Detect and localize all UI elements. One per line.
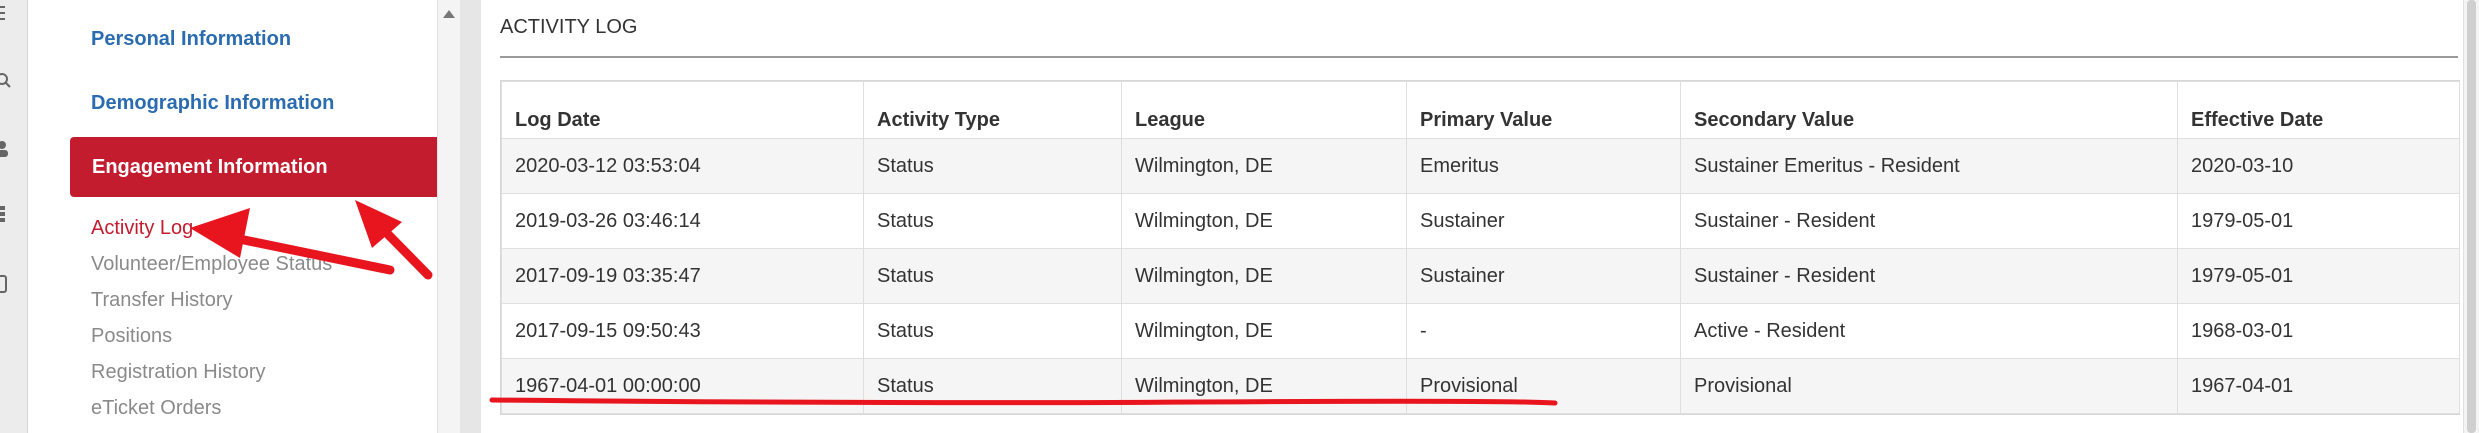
cell-log-date: 2020-03-12 03:53:04 [501,138,864,194]
nav-demographic-information[interactable]: Demographic Information [91,92,334,115]
cell-league: Wilmington, DE [1121,138,1407,194]
column-header-primary-value[interactable]: Primary Value [1406,81,1681,139]
section-divider [500,56,2458,58]
column-header-league[interactable]: League [1121,81,1407,139]
cell-primary-value: Provisional [1406,358,1681,414]
table-row: 2020-03-12 03:53:04 Status Wilmington, D… [501,138,2460,194]
search-icon[interactable] [0,72,14,90]
table-row: 1967-04-01 00:00:00 Status Wilmington, D… [501,358,2460,414]
cell-secondary-value: Active - Resident [1680,303,2178,359]
cell-log-date: 2017-09-15 09:50:43 [501,303,864,359]
cell-primary-value: Sustainer [1406,248,1681,304]
menu-icon[interactable] [0,4,14,22]
cell-activity-type: Status [863,303,1122,359]
cell-secondary-value: Sustainer Emeritus - Resident [1680,138,2178,194]
activity-log-table: Log Date Activity Type League Primary Va… [500,80,2460,415]
nav-engagement-information[interactable]: Engagement Information [70,137,464,197]
cell-league: Wilmington, DE [1121,358,1407,414]
subnav-transfer-history[interactable]: Transfer History [91,282,332,318]
nav-scrollbar[interactable] [437,0,460,433]
subnav-eticket-orders[interactable]: eTicket Orders [91,390,332,426]
panel-gutter [460,0,481,433]
cell-activity-type: Status [863,248,1122,304]
cell-league: Wilmington, DE [1121,248,1407,304]
column-header-effective-date[interactable]: Effective Date [2177,81,2460,139]
cell-activity-type: Status [863,193,1122,249]
subnav-positions[interactable]: Positions [91,318,332,354]
cell-effective-date: 1979-05-01 [2177,248,2460,304]
table-row: 2019-03-26 03:46:14 Status Wilmington, D… [501,193,2460,249]
cell-secondary-value: Sustainer - Resident [1680,193,2178,249]
column-header-activity-type[interactable]: Activity Type [863,81,1122,139]
cell-secondary-value: Sustainer - Resident [1680,248,2178,304]
cell-league: Wilmington, DE [1121,193,1407,249]
column-header-secondary-value[interactable]: Secondary Value [1680,81,2178,139]
table-row: 2017-09-15 09:50:43 Status Wilmington, D… [501,303,2460,359]
cell-primary-value: Sustainer [1406,193,1681,249]
cell-effective-date: 1967-04-01 [2177,358,2460,414]
subnav-activity-log[interactable]: Activity Log › [91,210,332,246]
cell-log-date: 2019-03-26 03:46:14 [501,193,864,249]
grid-icon[interactable] [0,205,14,223]
cell-league: Wilmington, DE [1121,303,1407,359]
user-icon[interactable] [0,140,14,158]
page-scrollbar[interactable] [2463,0,2479,433]
cell-activity-type: Status [863,358,1122,414]
cell-effective-date: 1979-05-01 [2177,193,2460,249]
column-header-log-date[interactable]: Log Date [501,81,864,139]
cell-secondary-value: Provisional [1680,358,2178,414]
cell-log-date: 2017-09-19 03:35:47 [501,248,864,304]
section-title: ACTIVITY LOG [500,16,638,38]
nav-personal-information[interactable]: Personal Information [91,28,291,51]
cell-effective-date: 1968-03-01 [2177,303,2460,359]
engagement-subnav: Activity Log › Volunteer/Employee Status… [91,210,332,426]
section-nav: Personal Information Demographic Informa… [28,0,464,433]
icon-rail [0,0,28,433]
cell-primary-value: - [1406,303,1681,359]
scroll-up-arrow-icon[interactable] [443,10,455,18]
device-icon[interactable] [0,275,14,293]
page-scrollbar-thumb[interactable] [2467,0,2476,433]
cell-primary-value: Emeritus [1406,138,1681,194]
cell-activity-type: Status [863,138,1122,194]
subnav-volunteer-employee-status[interactable]: Volunteer/Employee Status [91,246,332,282]
main-content: ACTIVITY LOG Log Date Activity Type Leag… [482,0,2462,433]
cell-log-date: 1967-04-01 00:00:00 [501,358,864,414]
table-header-row: Log Date Activity Type League Primary Va… [501,81,2460,139]
subnav-registration-history[interactable]: Registration History [91,354,332,390]
cell-effective-date: 2020-03-10 [2177,138,2460,194]
table-row: 2017-09-19 03:35:47 Status Wilmington, D… [501,248,2460,304]
